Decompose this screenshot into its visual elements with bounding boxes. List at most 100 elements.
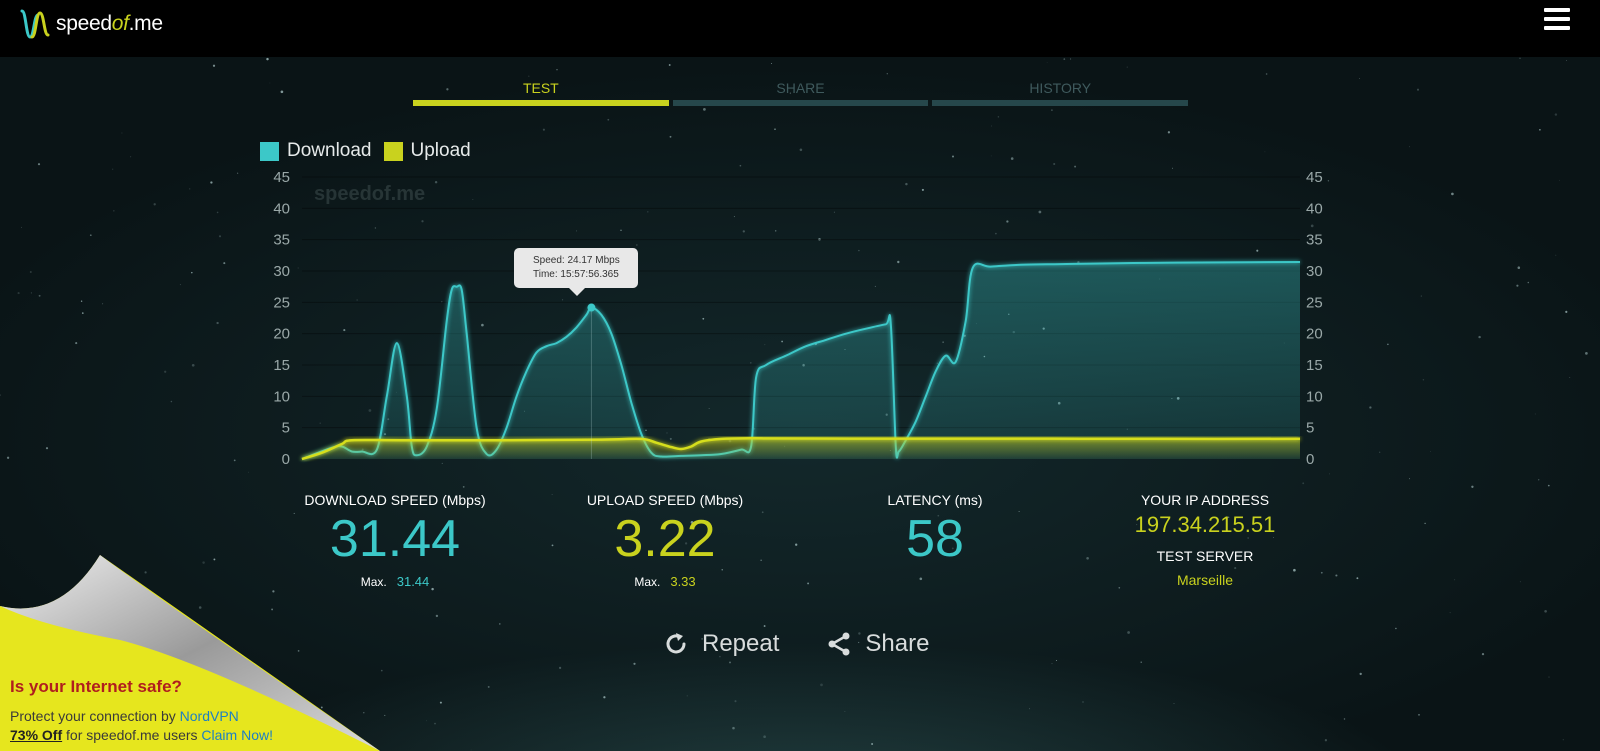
ad-page-curl[interactable] (0, 0, 420, 751)
y-tick-right: 30 (1306, 263, 1323, 280)
share-icon (828, 632, 850, 656)
ip-address-value: 197.34.215.51 (1134, 512, 1276, 537)
star (434, 722, 436, 725)
star (820, 683, 823, 687)
star (807, 582, 810, 585)
star (1481, 652, 1485, 656)
star (633, 662, 636, 665)
hamburger-menu-icon[interactable] (1544, 8, 1572, 34)
upload-speed-label: UPLOAD SPEED (Mbps) (586, 492, 744, 508)
star (1547, 484, 1550, 487)
discount-link[interactable]: 73% Off (10, 727, 62, 743)
star (551, 544, 554, 547)
ad-line1-text: Protect your connection by (10, 708, 180, 724)
y-tick-right: 35 (1306, 232, 1323, 249)
share-button[interactable]: Share (825, 630, 929, 658)
test-server-label: TEST SERVER (1156, 548, 1254, 564)
star (1173, 703, 1175, 704)
star (551, 494, 553, 495)
star (426, 720, 428, 722)
latency-value: 58 (906, 510, 964, 568)
star (1343, 718, 1346, 720)
star (487, 685, 490, 688)
star (1055, 659, 1058, 662)
star (1548, 676, 1550, 678)
ad-line-1: Protect your connection by NordVPN (10, 707, 273, 726)
star (871, 743, 874, 745)
claim-now-link[interactable]: Claim Now! (201, 727, 273, 743)
y-tick-right: 15 (1306, 357, 1323, 374)
ad-promo: Is your Internet safe? Protect your conn… (10, 677, 273, 745)
star (1051, 663, 1053, 665)
upload-result: UPLOAD SPEED (Mbps) 3.22 Max. 3.33 (565, 492, 765, 589)
star (1082, 701, 1084, 703)
star (1519, 581, 1521, 583)
star (1335, 574, 1338, 577)
latency-label: LATENCY (ms) (887, 492, 983, 508)
star (732, 726, 735, 730)
star (470, 749, 472, 751)
y-tick-right: 0 (1306, 451, 1314, 468)
star (844, 711, 846, 712)
logo-text: speedof.me (56, 12, 163, 35)
star (1140, 661, 1142, 663)
repeat-label: Repeat (702, 630, 780, 657)
tab-share[interactable]: SHARE (672, 78, 929, 106)
ad-title: Is your Internet safe? (10, 677, 182, 696)
star (1029, 708, 1030, 710)
upload-max-value: 3.33 (670, 574, 696, 589)
upload-speed-value: 3.22 (614, 510, 716, 568)
y-tick-right: 10 (1306, 388, 1323, 405)
tab-history[interactable]: HISTORY (932, 78, 1189, 106)
tab-test[interactable]: TEST (413, 78, 669, 106)
star (1320, 571, 1323, 574)
star (1449, 612, 1451, 614)
star (558, 666, 562, 670)
y-tick-right: 25 (1306, 294, 1323, 311)
chart-tooltip: Speed: 24.17 Mbps Time: 15:57:56.365 (514, 248, 638, 296)
wave-logo-icon (20, 9, 50, 39)
ip-result: YOUR IP ADDRESS 197.34.215.51 TEST SERVE… (1105, 492, 1305, 588)
star (795, 543, 798, 546)
upload-max-label: Max. (634, 575, 661, 589)
star (603, 696, 606, 699)
star (1418, 714, 1420, 716)
y-tick-right: 5 (1306, 420, 1314, 437)
star (435, 614, 439, 618)
refresh-icon (666, 633, 686, 654)
star (1562, 739, 1564, 741)
tab-bar: TEST SHARE HISTORY (413, 78, 1189, 106)
nordvpn-link[interactable]: NordVPN (180, 708, 239, 724)
star (1356, 577, 1359, 580)
star (1086, 556, 1089, 560)
action-bar: Repeat Share (662, 630, 975, 658)
tab-test-label: TEST (522, 80, 559, 96)
share-label: Share (865, 630, 930, 657)
test-server-value: Marseille (1176, 572, 1233, 588)
logo[interactable]: speedof.me (20, 6, 163, 42)
tab-history-label: HISTORY (1029, 80, 1092, 96)
star (1324, 739, 1328, 742)
star (763, 625, 766, 627)
star (498, 623, 501, 625)
latency-result: LATENCY (ms) 58 (835, 492, 1035, 568)
star (919, 577, 923, 581)
star (1302, 482, 1305, 485)
repeat-button[interactable]: Repeat (662, 630, 779, 658)
star (1395, 627, 1397, 630)
tooltip-time: Time: 15:57:56.365 (533, 269, 619, 280)
hover-point (587, 303, 596, 312)
star (763, 735, 766, 739)
star (1424, 522, 1426, 525)
star (462, 486, 465, 488)
ip-address-label: YOUR IP ADDRESS (1140, 492, 1270, 508)
star (439, 701, 442, 704)
y-tick-right: 20 (1306, 326, 1323, 343)
star (1471, 485, 1474, 488)
tab-share-label: SHARE (776, 80, 825, 96)
y-tick-right: 40 (1306, 200, 1323, 217)
star (1359, 672, 1362, 676)
ad-line2-text: for speedof.me users (62, 727, 202, 743)
star (686, 695, 688, 697)
star (734, 700, 737, 703)
